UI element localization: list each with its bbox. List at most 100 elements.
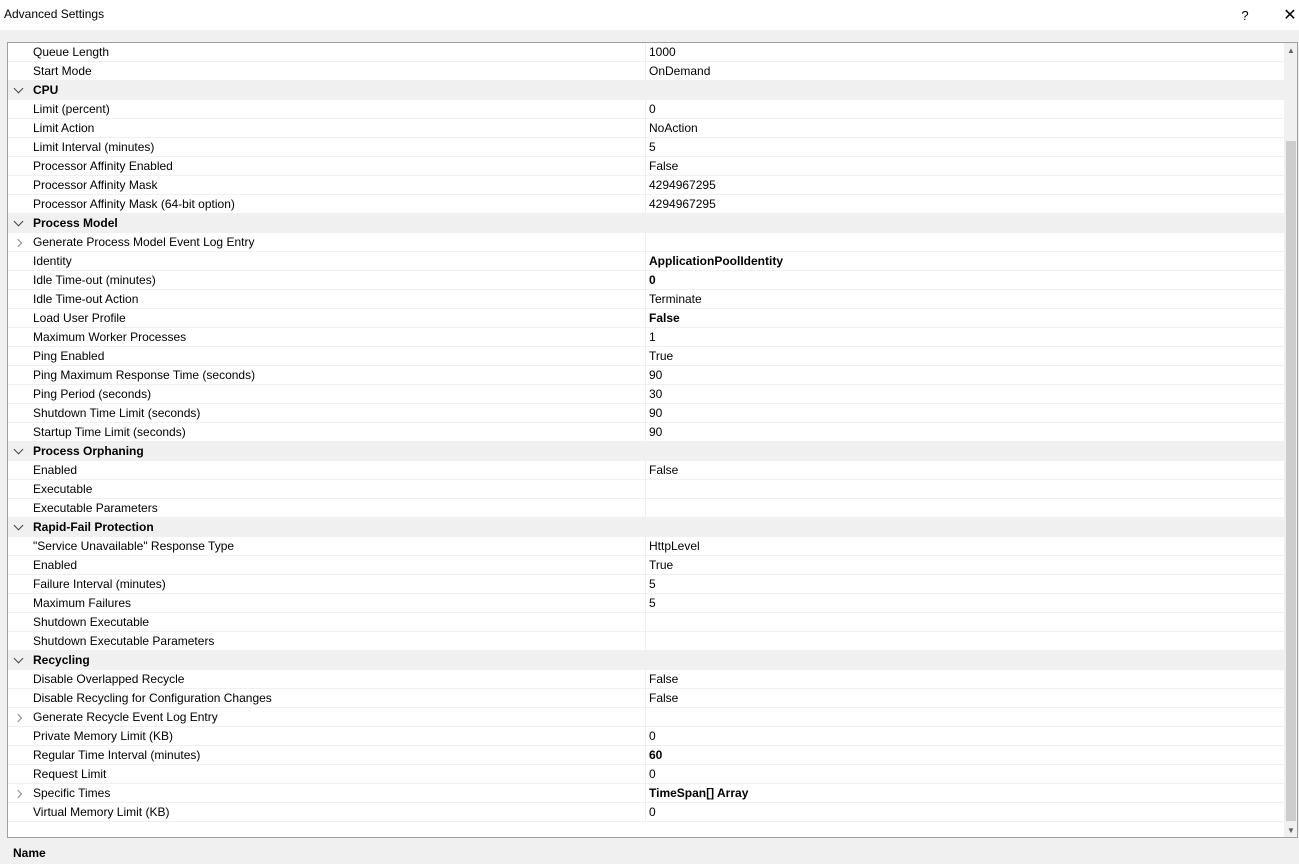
column-divider[interactable] [645, 499, 646, 518]
property-row[interactable]: Enabled False [8, 461, 1284, 480]
property-value[interactable]: ApplicationPoolIdentity [649, 252, 783, 271]
property-value[interactable]: 5 [649, 594, 656, 613]
property-value[interactable]: 4294967295 [649, 176, 716, 195]
column-divider[interactable] [645, 689, 646, 708]
property-value[interactable]: Terminate [649, 290, 702, 309]
column-divider[interactable] [645, 62, 646, 81]
column-divider[interactable] [645, 404, 646, 423]
property-row[interactable]: Ping Period (seconds) 30 [8, 385, 1284, 404]
property-row[interactable]: Executable Parameters [8, 499, 1284, 518]
scroll-up-arrow-icon[interactable]: ▲ [1284, 43, 1297, 57]
property-row[interactable]: Ping Maximum Response Time (seconds) 90 [8, 366, 1284, 385]
column-divider[interactable] [645, 100, 646, 119]
column-divider[interactable] [645, 632, 646, 651]
property-value[interactable]: 1000 [649, 43, 676, 62]
property-row[interactable]: Idle Time-out (minutes) 0 [8, 271, 1284, 290]
property-value[interactable]: 90 [649, 366, 662, 385]
property-value[interactable]: 60 [649, 746, 662, 765]
column-divider[interactable] [645, 43, 646, 62]
category-row[interactable]: Rapid-Fail Protection [8, 518, 1284, 537]
column-divider[interactable] [645, 366, 646, 385]
scroll-down-arrow-icon[interactable]: ▼ [1284, 823, 1297, 837]
column-divider[interactable] [645, 195, 646, 214]
property-row[interactable]: Request Limit 0 [8, 765, 1284, 784]
property-value[interactable]: False [649, 309, 680, 328]
column-divider[interactable] [645, 727, 646, 746]
collapse-chevron-icon[interactable] [8, 651, 28, 670]
property-row[interactable]: Disable Overlapped Recycle False [8, 670, 1284, 689]
collapse-chevron-icon[interactable] [8, 442, 28, 461]
property-row[interactable]: Shutdown Time Limit (seconds) 90 [8, 404, 1284, 423]
property-row[interactable]: Maximum Failures 5 [8, 594, 1284, 613]
expand-chevron-icon[interactable] [8, 708, 28, 727]
property-row[interactable]: Queue Length 1000 [8, 43, 1284, 62]
property-row[interactable]: Load User Profile False [8, 309, 1284, 328]
property-value[interactable]: OnDemand [649, 62, 710, 81]
column-divider[interactable] [645, 613, 646, 632]
column-divider[interactable] [645, 670, 646, 689]
property-value[interactable]: True [649, 347, 673, 366]
property-value[interactable]: 0 [649, 100, 656, 119]
collapse-chevron-icon[interactable] [8, 518, 28, 537]
column-divider[interactable] [645, 746, 646, 765]
close-button[interactable]: ✕ [1275, 0, 1299, 30]
property-row[interactable]: Limit Action NoAction [8, 119, 1284, 138]
property-value[interactable]: 1 [649, 328, 656, 347]
column-divider[interactable] [645, 708, 646, 727]
property-value[interactable]: 90 [649, 423, 662, 442]
property-row[interactable]: Regular Time Interval (minutes) 60 [8, 746, 1284, 765]
property-value[interactable]: 0 [649, 803, 656, 822]
property-row[interactable]: Shutdown Executable [8, 613, 1284, 632]
property-row[interactable]: Limit (percent) 0 [8, 100, 1284, 119]
column-divider[interactable] [645, 461, 646, 480]
property-row[interactable]: Maximum Worker Processes 1 [8, 328, 1284, 347]
column-divider[interactable] [645, 328, 646, 347]
column-divider[interactable] [645, 594, 646, 613]
column-divider[interactable] [645, 480, 646, 499]
property-row[interactable]: Start Mode OnDemand [8, 62, 1284, 81]
property-value[interactable]: TimeSpan[] Array [649, 784, 748, 803]
category-row[interactable]: Process Model [8, 214, 1284, 233]
vertical-scrollbar[interactable]: ▲ ▼ [1284, 43, 1297, 837]
column-divider[interactable] [645, 309, 646, 328]
category-row[interactable]: Recycling [8, 651, 1284, 670]
property-value[interactable]: NoAction [649, 119, 698, 138]
column-divider[interactable] [645, 803, 646, 822]
property-value[interactable]: False [649, 461, 678, 480]
property-row[interactable]: Processor Affinity Enabled False [8, 157, 1284, 176]
property-row[interactable]: Startup Time Limit (seconds) 90 [8, 423, 1284, 442]
property-row[interactable]: Enabled True [8, 556, 1284, 575]
property-value[interactable]: 5 [649, 138, 656, 157]
property-value[interactable]: False [649, 670, 678, 689]
property-row[interactable]: Processor Affinity Mask 4294967295 [8, 176, 1284, 195]
property-value[interactable]: 5 [649, 575, 656, 594]
column-divider[interactable] [645, 176, 646, 195]
property-row[interactable]: Idle Time-out Action Terminate [8, 290, 1284, 309]
property-value[interactable]: 0 [649, 727, 656, 746]
property-row[interactable]: Generate Process Model Event Log Entry [8, 233, 1284, 252]
property-row[interactable]: Processor Affinity Mask (64-bit option) 4… [8, 195, 1284, 214]
property-row[interactable]: Virtual Memory Limit (KB) 0 [8, 803, 1284, 822]
column-divider[interactable] [645, 385, 646, 404]
property-row[interactable]: Generate Recycle Event Log Entry [8, 708, 1284, 727]
column-divider[interactable] [645, 784, 646, 803]
property-value[interactable]: True [649, 556, 673, 575]
property-value[interactable]: 90 [649, 404, 662, 423]
property-row[interactable]: Identity ApplicationPoolIdentity [8, 252, 1284, 271]
column-divider[interactable] [645, 765, 646, 784]
property-row[interactable]: "Service Unavailable" Response Type HttpL… [8, 537, 1284, 556]
property-row[interactable]: Executable [8, 480, 1284, 499]
help-button[interactable]: ? [1230, 0, 1260, 30]
category-row[interactable]: CPU [8, 81, 1284, 100]
property-row[interactable]: Specific Times TimeSpan[] Array [8, 784, 1284, 803]
scrollbar-thumb[interactable] [1286, 141, 1296, 821]
property-row[interactable]: Disable Recycling for Configuration Chan… [8, 689, 1284, 708]
column-divider[interactable] [645, 271, 646, 290]
property-row[interactable]: Failure Interval (minutes) 5 [8, 575, 1284, 594]
expand-chevron-icon[interactable] [8, 233, 28, 252]
column-divider[interactable] [645, 252, 646, 271]
column-divider[interactable] [645, 347, 646, 366]
column-divider[interactable] [645, 537, 646, 556]
property-row[interactable]: Ping Enabled True [8, 347, 1284, 366]
property-value[interactable]: HttpLevel [649, 537, 700, 556]
